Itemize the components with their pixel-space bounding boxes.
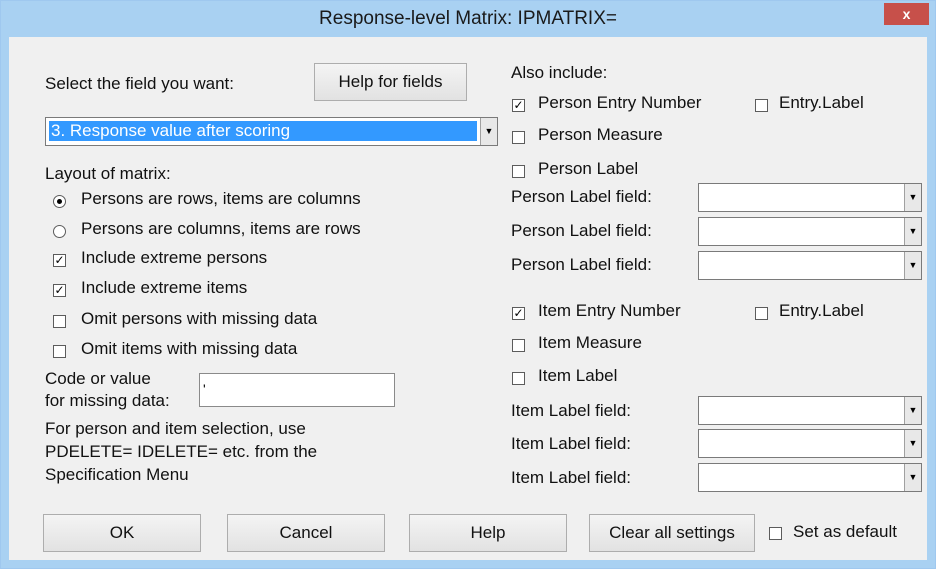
- radio-persons-rows[interactable]: [53, 195, 66, 208]
- person-label-field-label-3: Person Label field:: [511, 255, 652, 274]
- dropdown-arrow-icon[interactable]: ▼: [904, 397, 921, 424]
- dropdown-arrow-icon[interactable]: ▼: [904, 184, 921, 211]
- omit-items-missing-checkbox[interactable]: [53, 345, 66, 358]
- include-extreme-items-label: Include extreme items: [81, 278, 248, 297]
- missing-code-input[interactable]: ': [199, 373, 395, 407]
- close-button[interactable]: x: [884, 3, 929, 25]
- dialog-window: Response-level Matrix: IPMATRIX= x Selec…: [0, 0, 936, 569]
- person-label-label: Person Label: [538, 159, 639, 178]
- field-select-dropdown[interactable]: 3. Response value after scoring ▼: [45, 117, 498, 146]
- help-button[interactable]: Help: [409, 514, 567, 552]
- missing-code-label-line1: Code or value: [45, 369, 151, 388]
- dropdown-arrow-icon[interactable]: ▼: [904, 464, 921, 491]
- field-select-value: 3. Response value after scoring: [49, 121, 477, 141]
- field-prompt: Select the field you want:: [45, 74, 235, 93]
- radio-persons-columns-label: Persons are columns, items are rows: [81, 219, 361, 238]
- also-include-heading: Also include:: [511, 63, 608, 82]
- omit-persons-missing-checkbox[interactable]: [53, 315, 66, 328]
- person-entry-label-label: Entry.Label: [779, 93, 864, 112]
- set-as-default-checkbox[interactable]: [769, 527, 782, 540]
- person-label-field-dropdown-3[interactable]: ▼: [698, 251, 922, 280]
- window-title: Response-level Matrix: IPMATRIX=: [319, 8, 617, 29]
- item-entry-number-label: Item Entry Number: [538, 301, 681, 320]
- dropdown-arrow-icon[interactable]: ▼: [904, 252, 921, 279]
- cancel-button[interactable]: Cancel: [227, 514, 385, 552]
- person-label-field-label-2: Person Label field:: [511, 221, 652, 240]
- selection-note-line1: For person and item selection, use: [45, 419, 306, 438]
- clear-all-settings-button[interactable]: Clear all settings: [589, 514, 755, 552]
- item-measure-label: Item Measure: [538, 333, 642, 352]
- include-extreme-persons-label: Include extreme persons: [81, 248, 268, 267]
- dropdown-arrow-icon[interactable]: ▼: [904, 218, 921, 245]
- person-entry-label-checkbox[interactable]: [755, 99, 768, 112]
- missing-code-label-line2: for missing data:: [45, 391, 170, 410]
- radio-persons-columns[interactable]: [53, 225, 66, 238]
- person-entry-number-checkbox[interactable]: ✓: [512, 99, 525, 112]
- set-as-default-label: Set as default: [793, 522, 897, 541]
- item-entry-label-label: Entry.Label: [779, 301, 864, 320]
- item-label-checkbox[interactable]: [512, 372, 525, 385]
- item-label-field-label-1: Item Label field:: [511, 401, 632, 420]
- item-label-field-label-2: Item Label field:: [511, 434, 632, 453]
- person-label-checkbox[interactable]: [512, 165, 525, 178]
- include-extreme-items-checkbox[interactable]: ✓: [53, 284, 66, 297]
- dropdown-arrow-icon[interactable]: ▼: [480, 118, 497, 145]
- selection-note-line2: PDELETE= IDELETE= etc. from the: [45, 442, 318, 461]
- item-entry-label-checkbox[interactable]: [755, 307, 768, 320]
- radio-persons-rows-label: Persons are rows, items are columns: [81, 189, 361, 208]
- item-label-field-dropdown-1[interactable]: ▼: [698, 396, 922, 425]
- layout-heading: Layout of matrix:: [45, 164, 171, 183]
- selection-note-line3: Specification Menu: [45, 465, 189, 484]
- ok-button[interactable]: OK: [43, 514, 201, 552]
- item-label-field-dropdown-3[interactable]: ▼: [698, 463, 922, 492]
- dropdown-arrow-icon[interactable]: ▼: [904, 430, 921, 457]
- item-label-field-dropdown-2[interactable]: ▼: [698, 429, 922, 458]
- person-measure-checkbox[interactable]: [512, 131, 525, 144]
- item-measure-checkbox[interactable]: [512, 339, 525, 352]
- person-measure-label: Person Measure: [538, 125, 663, 144]
- omit-persons-missing-label: Omit persons with missing data: [81, 309, 318, 328]
- title-bar: Response-level Matrix: IPMATRIX= x: [1, 1, 935, 37]
- include-extreme-persons-checkbox[interactable]: ✓: [53, 254, 66, 267]
- item-label-field-label-3: Item Label field:: [511, 468, 632, 487]
- help-for-fields-button[interactable]: Help for fields: [314, 63, 467, 101]
- person-entry-number-label: Person Entry Number: [538, 93, 702, 112]
- item-label-label: Item Label: [538, 366, 618, 385]
- omit-items-missing-label: Omit items with missing data: [81, 339, 298, 358]
- person-label-field-dropdown-1[interactable]: ▼: [698, 183, 922, 212]
- dialog-body: Select the field you want: Help for fiel…: [9, 37, 927, 560]
- item-entry-number-checkbox[interactable]: ✓: [512, 307, 525, 320]
- person-label-field-dropdown-2[interactable]: ▼: [698, 217, 922, 246]
- person-label-field-label-1: Person Label field:: [511, 187, 652, 206]
